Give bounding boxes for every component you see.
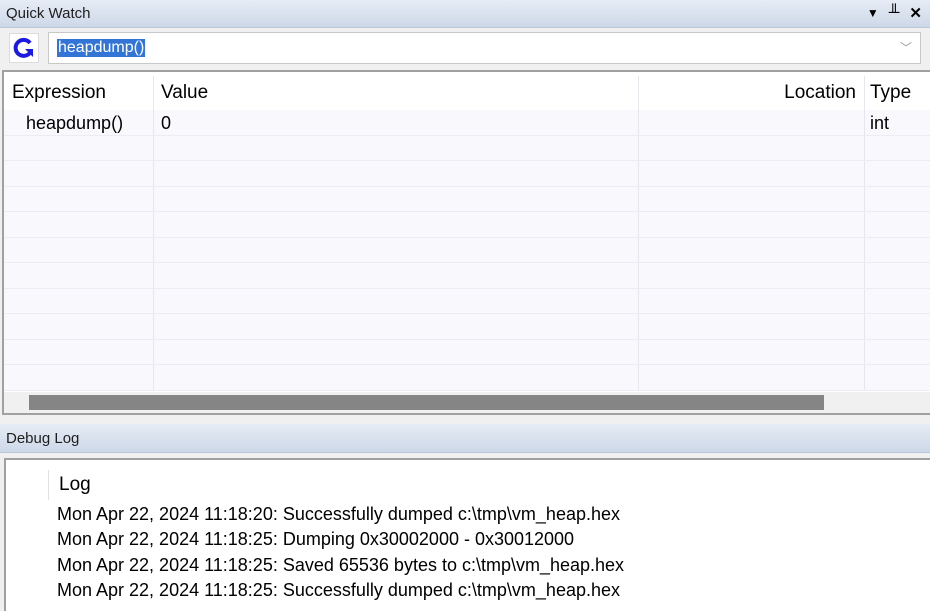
- empty-cell: [4, 339, 154, 364]
- log-line: Mon Apr 22, 2024 11:18:25: Dumping 0x300…: [57, 529, 575, 549]
- empty-cell: [865, 136, 930, 161]
- dropdown-icon[interactable]: ▼: [867, 4, 879, 22]
- empty-cell: [639, 135, 865, 160]
- quick-watch-toolbar: heapdump() ﹀: [0, 29, 930, 70]
- empty-cell: [4, 263, 154, 288]
- empty-cell: [154, 365, 639, 390]
- log-line: Mon Apr 22, 2024 11:18:25: Saved 65536 b…: [57, 555, 625, 575]
- empty-cell: [4, 186, 154, 211]
- empty-cell: [154, 237, 639, 262]
- quick-watch-titlebar: Quick Watch ▼ ╨ ✕: [0, 0, 930, 28]
- empty-row: [4, 314, 930, 340]
- empty-cell: [639, 186, 865, 211]
- empty-row: [4, 263, 930, 289]
- pin-icon[interactable]: ╨: [889, 4, 900, 22]
- empty-row: [4, 237, 930, 263]
- empty-cell: [639, 365, 865, 390]
- quick-watch-title: Quick Watch: [6, 5, 91, 22]
- chevron-down-icon[interactable]: ﹀: [900, 39, 912, 56]
- scrollbar-thumb[interactable]: [29, 395, 824, 410]
- column-header-value[interactable]: Value: [154, 76, 639, 110]
- empty-row: [4, 212, 930, 238]
- empty-cell: [865, 289, 930, 314]
- empty-cell: [639, 314, 865, 339]
- log-header: Log: [9, 470, 929, 500]
- empty-cell: [639, 237, 865, 262]
- value-cell: 0: [154, 110, 639, 135]
- empty-cell: [639, 212, 865, 237]
- empty-cell: [154, 186, 639, 211]
- debug-log-panel: Log Mon Apr 22, 2024 11:18:20: Successfu…: [4, 458, 930, 611]
- type-cell: int: [870, 113, 890, 133]
- empty-cell: [865, 212, 930, 237]
- column-header-type[interactable]: Type: [865, 76, 930, 110]
- empty-cell: [154, 288, 639, 313]
- empty-row: [4, 186, 930, 212]
- empty-cell: [4, 237, 154, 262]
- expression-cell: heapdump(): [4, 110, 154, 135]
- expression-input[interactable]: heapdump(): [57, 39, 146, 57]
- expression-combobox[interactable]: heapdump() ﹀: [48, 32, 921, 64]
- empty-row: [4, 288, 930, 314]
- log-gutter: [9, 470, 49, 500]
- empty-cell: [865, 365, 930, 390]
- empty-cell: [154, 161, 639, 186]
- empty-cell: [865, 238, 930, 263]
- empty-row: [4, 339, 930, 365]
- empty-cell: [4, 365, 154, 390]
- debug-log-title: Debug Log: [6, 430, 80, 447]
- empty-cell: [865, 340, 930, 365]
- empty-row: [4, 365, 930, 391]
- empty-cell: [4, 212, 154, 237]
- empty-row: [4, 135, 930, 161]
- empty-cell: [154, 135, 639, 160]
- column-header-location[interactable]: Location: [639, 76, 865, 110]
- empty-cell: [639, 161, 865, 186]
- empty-cell: [154, 314, 639, 339]
- empty-cell: [4, 161, 154, 186]
- empty-cell: [154, 212, 639, 237]
- empty-cell: [154, 339, 639, 364]
- watch-grid: Expression Value Location Type heapdump(…: [2, 70, 930, 415]
- empty-cell: [4, 288, 154, 313]
- empty-cell: [865, 263, 930, 288]
- horizontal-scrollbar[interactable]: [4, 392, 930, 413]
- empty-row: [4, 161, 930, 187]
- empty-cell: [865, 161, 930, 186]
- empty-cell: [639, 339, 865, 364]
- empty-cell: [639, 288, 865, 313]
- refresh-icon: [13, 37, 33, 58]
- table-row[interactable]: heapdump() 0 int: [4, 110, 930, 136]
- empty-cell: [639, 263, 865, 288]
- log-column-header[interactable]: Log: [59, 474, 91, 496]
- close-icon[interactable]: ✕: [909, 4, 922, 22]
- log-line: Mon Apr 22, 2024 11:18:25: Successfully …: [57, 580, 621, 600]
- column-header-expression[interactable]: Expression: [4, 76, 154, 110]
- empty-cell: [865, 314, 930, 339]
- empty-cell: [865, 187, 930, 212]
- empty-cell: [154, 263, 639, 288]
- location-cell: [639, 110, 865, 135]
- empty-cell: [4, 314, 154, 339]
- empty-cell: [4, 135, 154, 160]
- refresh-button[interactable]: [9, 33, 39, 63]
- log-line: Mon Apr 22, 2024 11:18:20: Successfully …: [57, 504, 621, 524]
- debug-log-titlebar: Debug Log: [0, 424, 930, 453]
- grid-header: Expression Value Location Type: [4, 76, 930, 110]
